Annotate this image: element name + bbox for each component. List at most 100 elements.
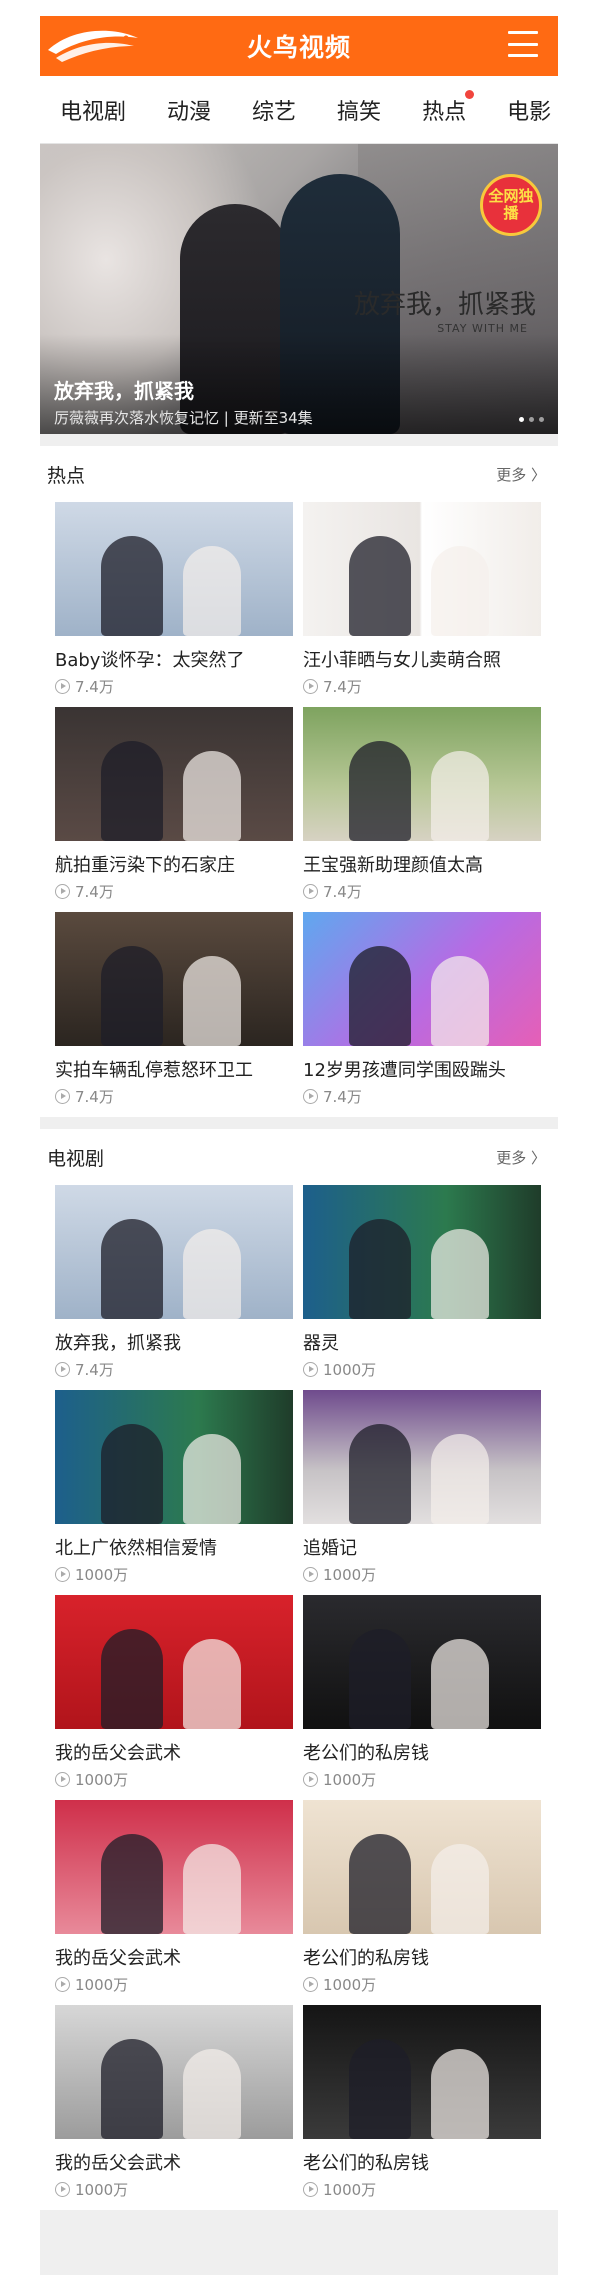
- play-count-icon: [303, 678, 318, 694]
- thumbnail-figure: [349, 1219, 411, 1319]
- thumbnail-figure: [431, 2049, 489, 2139]
- thumbnail-figure: [101, 1424, 163, 1524]
- view-count-value: 7.4万: [323, 677, 362, 696]
- video-title: 实拍车辆乱停惹怒环卫工: [55, 1060, 253, 1081]
- thumbnail-figure: [183, 1639, 241, 1729]
- view-count-value: 1000万: [323, 1770, 377, 1789]
- video-card[interactable]: 老公们的私房钱 1000万: [303, 2005, 541, 2200]
- play-count-icon: [303, 1088, 318, 1104]
- video-title: 王宝强新助理颜值太高: [303, 855, 483, 876]
- video-thumbnail: [303, 912, 541, 1046]
- video-card[interactable]: 老公们的私房钱 1000万: [303, 1595, 541, 1790]
- carousel-indicators[interactable]: [519, 417, 544, 422]
- hero-banner[interactable]: 全网独播 放弃我，抓紧我 STAY WITH ME 放弃我，抓紧我 厉薇薇再次落…: [40, 144, 558, 434]
- nav-tab[interactable]: 综艺: [252, 94, 296, 126]
- video-card[interactable]: 我的岳父会武术 1000万: [55, 2005, 293, 2200]
- video-card[interactable]: Baby谈怀孕：太突然了 7.4万: [55, 502, 293, 697]
- view-count: 1000万: [55, 1768, 293, 1790]
- play-count-icon: [55, 678, 70, 694]
- video-thumbnail: [303, 502, 541, 636]
- exclusive-badge: 全网独播: [480, 174, 542, 236]
- video-card[interactable]: 王宝强新助理颜值太高 7.4万: [303, 707, 541, 902]
- play-count-icon: [303, 2181, 318, 2197]
- view-count: 1000万: [303, 1563, 541, 1585]
- view-count-value: 1000万: [323, 2180, 377, 2199]
- play-count-icon: [303, 883, 318, 899]
- video-title: 老公们的私房钱: [303, 1948, 429, 1969]
- firebird-logo-icon[interactable]: [42, 24, 152, 68]
- thumbnail-figure: [101, 1834, 163, 1934]
- video-card[interactable]: 器灵 1000万: [303, 1185, 541, 1380]
- more-link-tv[interactable]: 更多 〉: [496, 1147, 546, 1168]
- view-count: 7.4万: [55, 1358, 293, 1380]
- view-count: 7.4万: [303, 880, 541, 902]
- thumbnail-figure: [431, 1844, 489, 1934]
- play-count-icon: [55, 1771, 70, 1787]
- view-count: 7.4万: [55, 1085, 293, 1107]
- nav-tab-label: 电视剧: [60, 99, 127, 125]
- section-header: 电视剧 更多 〉: [40, 1129, 558, 1185]
- video-thumbnail: [303, 2005, 541, 2139]
- view-count-value: 1000万: [75, 1770, 129, 1789]
- video-card[interactable]: 我的岳父会武术 1000万: [55, 1800, 293, 1995]
- view-count: 1000万: [303, 1768, 541, 1790]
- section-title-tv: 电视剧: [47, 1147, 105, 1170]
- nav-tab-label: 电影: [507, 99, 552, 125]
- thumbnail-figure: [183, 1229, 241, 1319]
- view-count-value: 1000万: [75, 1565, 129, 1584]
- video-grid: Baby谈怀孕：太突然了 7.4万 汪小菲晒与女儿卖萌合照 7.4万 航拍重污染下的石家…: [40, 502, 558, 1107]
- view-count: 7.4万: [55, 675, 293, 697]
- video-card[interactable]: 老公们的私房钱 1000万: [303, 1800, 541, 1995]
- app-screen: 火鸟视频 电视剧 动漫 综艺 搞笑 热点 电影 全网独播 放弃我，抓紧我 STAY WIT…: [40, 16, 558, 2275]
- carousel-dot[interactable]: [519, 417, 524, 422]
- video-title: 北上广依然相信爱情: [55, 1538, 217, 1559]
- nav-tab-label: 动漫: [167, 99, 212, 125]
- video-title: 我的岳父会武术: [55, 2153, 181, 2174]
- view-count-value: 7.4万: [75, 1360, 114, 1379]
- nav-tab[interactable]: 动漫: [167, 94, 211, 126]
- video-card[interactable]: 追婚记 1000万: [303, 1390, 541, 1585]
- video-thumbnail: [303, 707, 541, 841]
- nav-tab-label: 热点: [422, 99, 467, 125]
- video-title: 追婚记: [303, 1538, 357, 1559]
- nav-tab[interactable]: 电影: [507, 94, 551, 126]
- video-thumbnail: [55, 1185, 293, 1319]
- video-card[interactable]: 航拍重污染下的石家庄 7.4万: [55, 707, 293, 902]
- notification-dot: [465, 89, 475, 99]
- thumbnail-figure: [431, 751, 489, 841]
- video-thumbnail: [55, 912, 293, 1046]
- more-link-hot[interactable]: 更多 〉: [496, 464, 546, 485]
- thumbnail-figure: [349, 741, 411, 841]
- view-count: 1000万: [55, 2178, 293, 2200]
- thumbnail-figure: [101, 741, 163, 841]
- video-thumbnail: [55, 2005, 293, 2139]
- video-title: Baby谈怀孕：太突然了: [55, 650, 245, 671]
- video-title: 12岁男孩遭同学围殴踹头: [303, 1060, 506, 1081]
- video-card[interactable]: 我的岳父会武术 1000万: [55, 1595, 293, 1790]
- thumbnail-figure: [349, 946, 411, 1046]
- video-card[interactable]: 北上广依然相信爱情 1000万: [55, 1390, 293, 1585]
- hamburger-menu-icon[interactable]: [508, 31, 538, 57]
- banner-subtitle: 厉薇薇再次落水恢复记忆 | 更新至34集: [54, 409, 313, 427]
- video-card[interactable]: 实拍车辆乱停惹怒环卫工 7.4万: [55, 912, 293, 1107]
- thumbnail-figure: [183, 751, 241, 841]
- nav-tab[interactable]: 热点: [422, 89, 475, 126]
- video-card[interactable]: 12岁男孩遭同学围殴踹头 7.4万: [303, 912, 541, 1107]
- video-title: 器灵: [303, 1333, 339, 1354]
- thumbnail-figure: [431, 546, 489, 636]
- carousel-dot[interactable]: [529, 417, 534, 422]
- nav-tab[interactable]: 电视剧: [60, 94, 126, 126]
- nav-tab[interactable]: 搞笑: [337, 94, 381, 126]
- thumbnail-figure: [183, 546, 241, 636]
- section-title-hot: 热点: [47, 464, 86, 487]
- play-count-icon: [303, 1361, 318, 1377]
- video-card[interactable]: 放弃我，抓紧我 7.4万: [55, 1185, 293, 1380]
- video-card[interactable]: 汪小菲晒与女儿卖萌合照 7.4万: [303, 502, 541, 697]
- nav-tab-label: 综艺: [252, 99, 297, 125]
- tv-section: 电视剧 更多 〉 放弃我，抓紧我 7.4万 器灵 1000万 北上广依然相信爱情 1000…: [40, 1129, 558, 2210]
- banner-title: 放弃我，抓紧我: [54, 379, 194, 403]
- carousel-dot[interactable]: [539, 417, 544, 422]
- view-count: 7.4万: [303, 675, 541, 697]
- thumbnail-figure: [349, 536, 411, 636]
- video-thumbnail: [55, 1800, 293, 1934]
